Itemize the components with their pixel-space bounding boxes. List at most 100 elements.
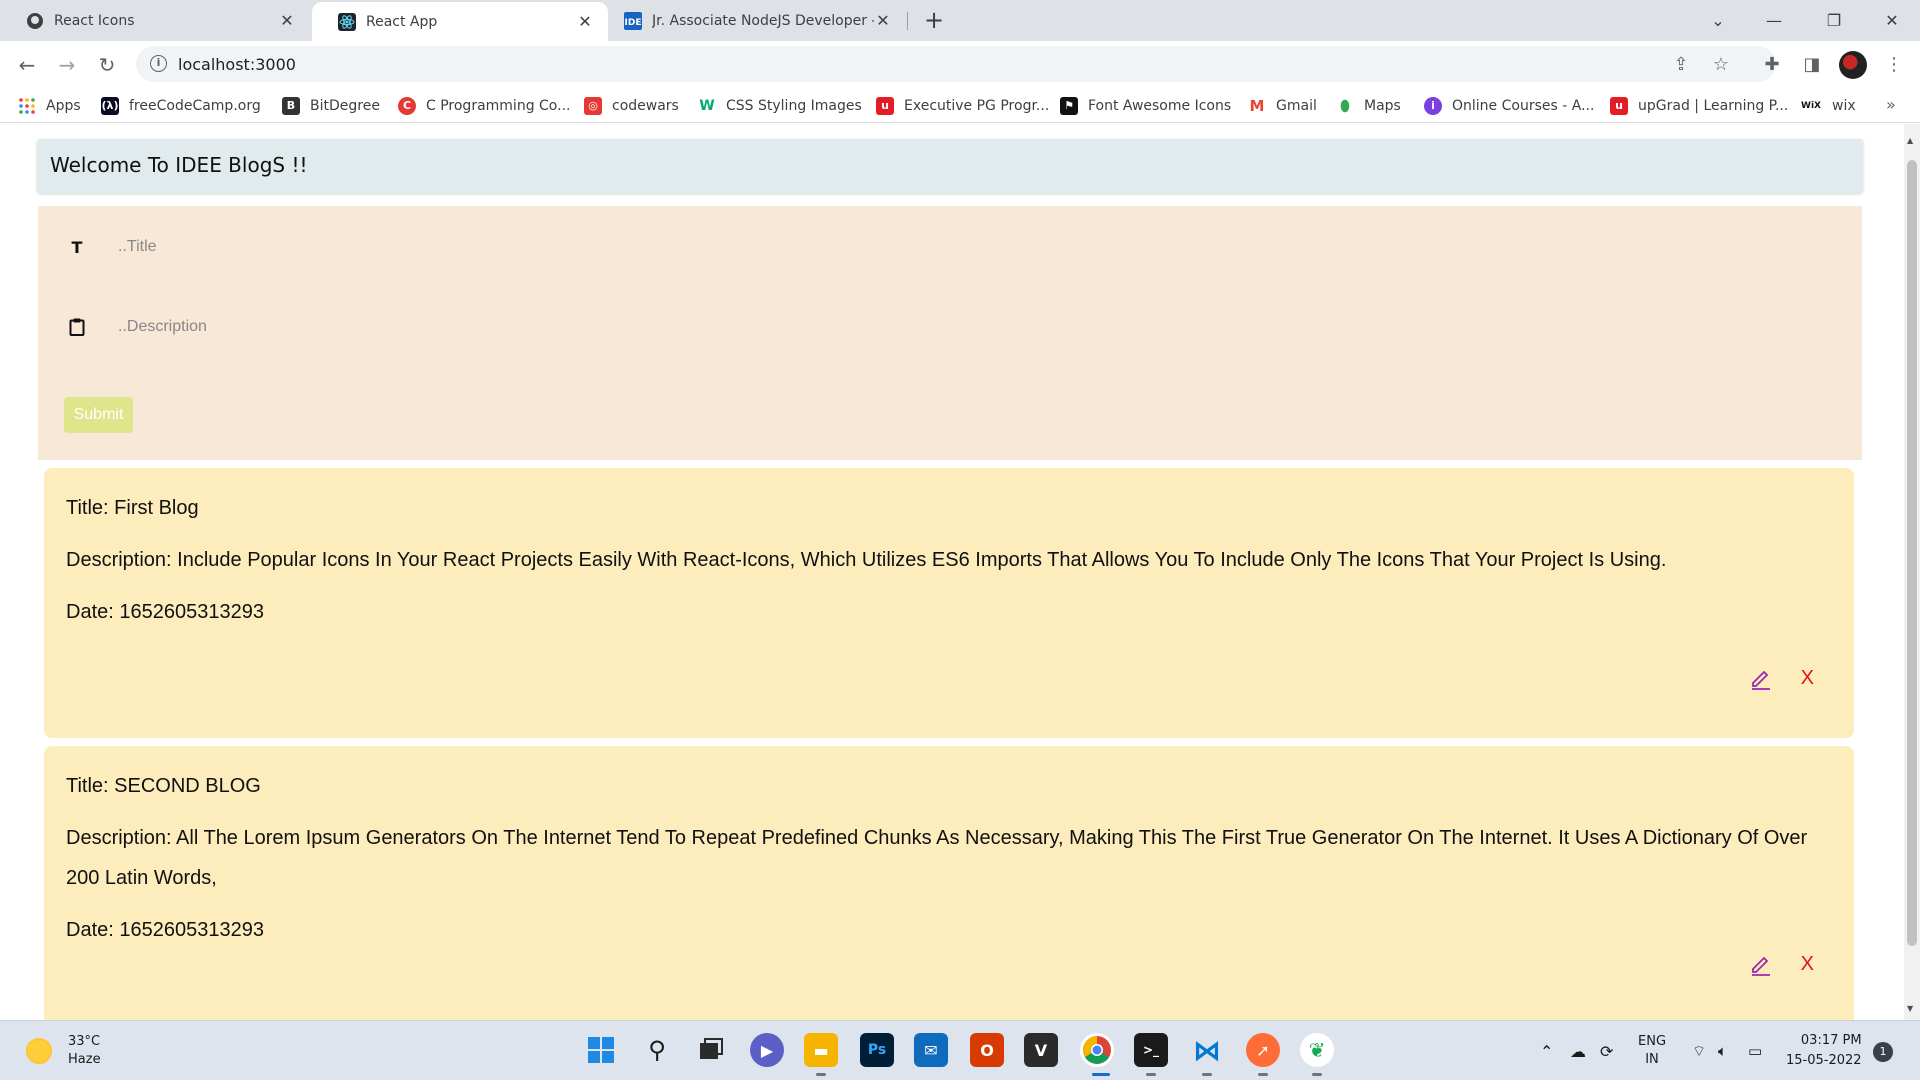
bookmark-wix[interactable]: WiX wix — [1800, 95, 1856, 117]
share-icon[interactable]: ⇪ — [1670, 54, 1692, 76]
menu-kebab-icon[interactable]: ⋮ — [1882, 53, 1906, 77]
restore-button[interactable]: ❐ — [1806, 0, 1862, 41]
running-indicator — [1258, 1073, 1268, 1076]
close-icon[interactable]: ✕ — [874, 11, 892, 30]
more-bookmarks-icon[interactable]: » — [1886, 95, 1896, 114]
bookmark-bitdegree[interactable]: B BitDegree — [282, 95, 380, 117]
mongodb-icon[interactable]: ❦ — [1300, 1033, 1334, 1067]
url-text: localhost:3000 — [178, 55, 296, 74]
close-window-button[interactable]: ✕ — [1864, 0, 1920, 41]
bookmark-upgrad[interactable]: u upGrad | Learning P... — [1610, 95, 1788, 117]
bookmark-codewars[interactable]: ◎ codewars — [584, 95, 679, 117]
volume-icon[interactable]: 🔈︎ — [1718, 1021, 1727, 1081]
bookmark-css-styling-images[interactable]: W CSS Styling Images — [698, 95, 862, 117]
reload-button[interactable]: ↻ — [93, 51, 121, 79]
new-tab-button[interactable]: + — [921, 8, 947, 34]
blog-title: Title: SECOND BLOG — [66, 775, 261, 797]
bookmark-label: C Programming Co... — [426, 98, 571, 114]
bookmark-label: upGrad | Learning P... — [1638, 98, 1789, 114]
blog-date: Date: 1652605313293 — [66, 601, 264, 623]
address-bar[interactable]: i localhost:3000 ⇪ ☆ — [136, 46, 1776, 82]
minimize-button[interactable]: — — [1746, 0, 1802, 41]
clock-time: 03:17 PM — [1800, 1033, 1862, 1048]
tab-label: Jr. Associate NodeJS Developer - — [652, 12, 874, 29]
bookmark-c-programming[interactable]: C C Programming Co... — [398, 95, 570, 117]
extensions-icon[interactable]: ✚ — [1760, 53, 1784, 77]
edit-pencil-icon[interactable] — [1749, 666, 1773, 690]
page-scrollbar[interactable]: ▲ ▼ — [1904, 124, 1920, 1020]
teams-chat-icon[interactable]: ▶ — [750, 1033, 784, 1067]
postman-icon[interactable]: ➚ — [1246, 1033, 1280, 1067]
bookmark-freecodecamp[interactable]: (λ) freeCodeCamp.org — [101, 95, 261, 117]
tab-jr-associate[interactable]: IDE Jr. Associate NodeJS Developer - ✕ — [610, 0, 906, 41]
submit-button[interactable]: Submit — [64, 397, 133, 433]
bookmark-online-courses[interactable]: i Online Courses - A... — [1424, 95, 1594, 117]
site-info-icon[interactable]: i — [150, 55, 167, 72]
bookmark-maps[interactable]: ⬮ Maps — [1336, 95, 1401, 117]
description-input[interactable] — [118, 312, 1618, 342]
github-icon — [26, 12, 44, 30]
mail-icon[interactable]: ✉ — [914, 1033, 948, 1067]
online-courses-icon: i — [1424, 97, 1442, 115]
bookmark-star-icon[interactable]: ☆ — [1710, 54, 1732, 76]
photoshop-icon[interactable]: Ps — [860, 1033, 894, 1067]
tab-label: React App — [366, 13, 438, 30]
show-hidden-icons[interactable]: ⌃ — [1540, 1021, 1553, 1081]
bookmark-apps[interactable]: Apps — [18, 95, 81, 117]
bookmark-executive-pg[interactable]: u Executive PG Progr... — [876, 95, 1049, 117]
bitdegree-icon: B — [282, 97, 300, 115]
language-indicator[interactable]: ENG IN — [1638, 1021, 1666, 1081]
wifi-icon[interactable]: ⌔ — [1692, 1021, 1706, 1081]
bookmark-font-awesome[interactable]: ⚑ Font Awesome Icons — [1060, 95, 1231, 117]
tab-search-button[interactable]: ⌄ — [1690, 0, 1746, 41]
side-panel-icon[interactable]: ◨ — [1800, 53, 1824, 77]
wix-icon: WiX — [1801, 101, 1821, 111]
bookmark-label: Gmail — [1276, 98, 1317, 114]
delete-button[interactable]: X — [1801, 952, 1814, 976]
tab-react-app[interactable]: React App ✕ — [312, 2, 608, 41]
sync-icon[interactable]: ⟳ — [1600, 1021, 1613, 1081]
weather-temp: 33°C — [68, 1034, 101, 1049]
clock-date: 15-05-2022 — [1786, 1053, 1862, 1068]
terminal-icon[interactable]: >_ — [1134, 1033, 1168, 1067]
close-icon[interactable]: ✕ — [278, 11, 296, 30]
search-icon[interactable]: ⚲ — [640, 1033, 674, 1067]
title-row: T — [66, 232, 1618, 262]
chrome-icon[interactable] — [1080, 1033, 1114, 1067]
clipboard-icon — [66, 316, 88, 338]
tab-label: React Icons — [54, 12, 135, 29]
delete-button[interactable]: X — [1801, 666, 1814, 690]
running-indicator — [816, 1073, 826, 1076]
bookmark-label: Font Awesome Icons — [1088, 98, 1232, 114]
weather-widget[interactable]: 33°C Haze — [26, 1033, 101, 1069]
battery-icon[interactable]: ▭ — [1748, 1021, 1762, 1081]
tab-react-icons[interactable]: React Icons ✕ — [0, 0, 310, 41]
browser-toolbar: ← → ↻ i localhost:3000 ⇪ ☆ ✚ ◨ ⋮ — [0, 41, 1920, 89]
app-v-icon[interactable]: V — [1024, 1033, 1058, 1067]
bookmark-label: wix — [1832, 98, 1856, 114]
c-programming-icon: C — [398, 97, 416, 115]
page-viewport: Welcome To IDEE BlogS !! T Submit Title:… — [0, 124, 1904, 1020]
back-button[interactable]: ← — [13, 51, 41, 79]
system-clock[interactable]: 03:17 PM 15-05-2022 — [1786, 1031, 1862, 1071]
notification-badge[interactable]: 1 — [1873, 1042, 1893, 1062]
scroll-up-icon[interactable]: ▲ — [1907, 136, 1913, 145]
task-view-icon[interactable] — [694, 1033, 728, 1067]
scrollbar-thumb[interactable] — [1907, 160, 1917, 946]
title-input[interactable] — [118, 232, 1618, 262]
running-indicator — [1202, 1073, 1212, 1076]
vscode-icon[interactable]: ⋈ — [1190, 1033, 1224, 1067]
edit-pencil-icon[interactable] — [1749, 952, 1773, 976]
profile-avatar[interactable] — [1839, 51, 1867, 79]
file-explorer-icon[interactable]: ▬ — [804, 1033, 838, 1067]
blog-form: T Submit — [38, 206, 1862, 460]
onedrive-icon[interactable]: ☁ — [1570, 1021, 1586, 1081]
office-icon[interactable]: O — [970, 1033, 1004, 1067]
close-icon[interactable]: ✕ — [576, 12, 594, 31]
bookmark-gmail[interactable]: M Gmail — [1248, 95, 1317, 117]
sun-icon — [26, 1038, 52, 1064]
blog-date: Date: 1652605313293 — [66, 919, 264, 941]
windows-start-icon[interactable] — [584, 1033, 618, 1067]
forward-button[interactable]: → — [53, 51, 81, 79]
scroll-down-icon[interactable]: ▼ — [1907, 1004, 1913, 1013]
